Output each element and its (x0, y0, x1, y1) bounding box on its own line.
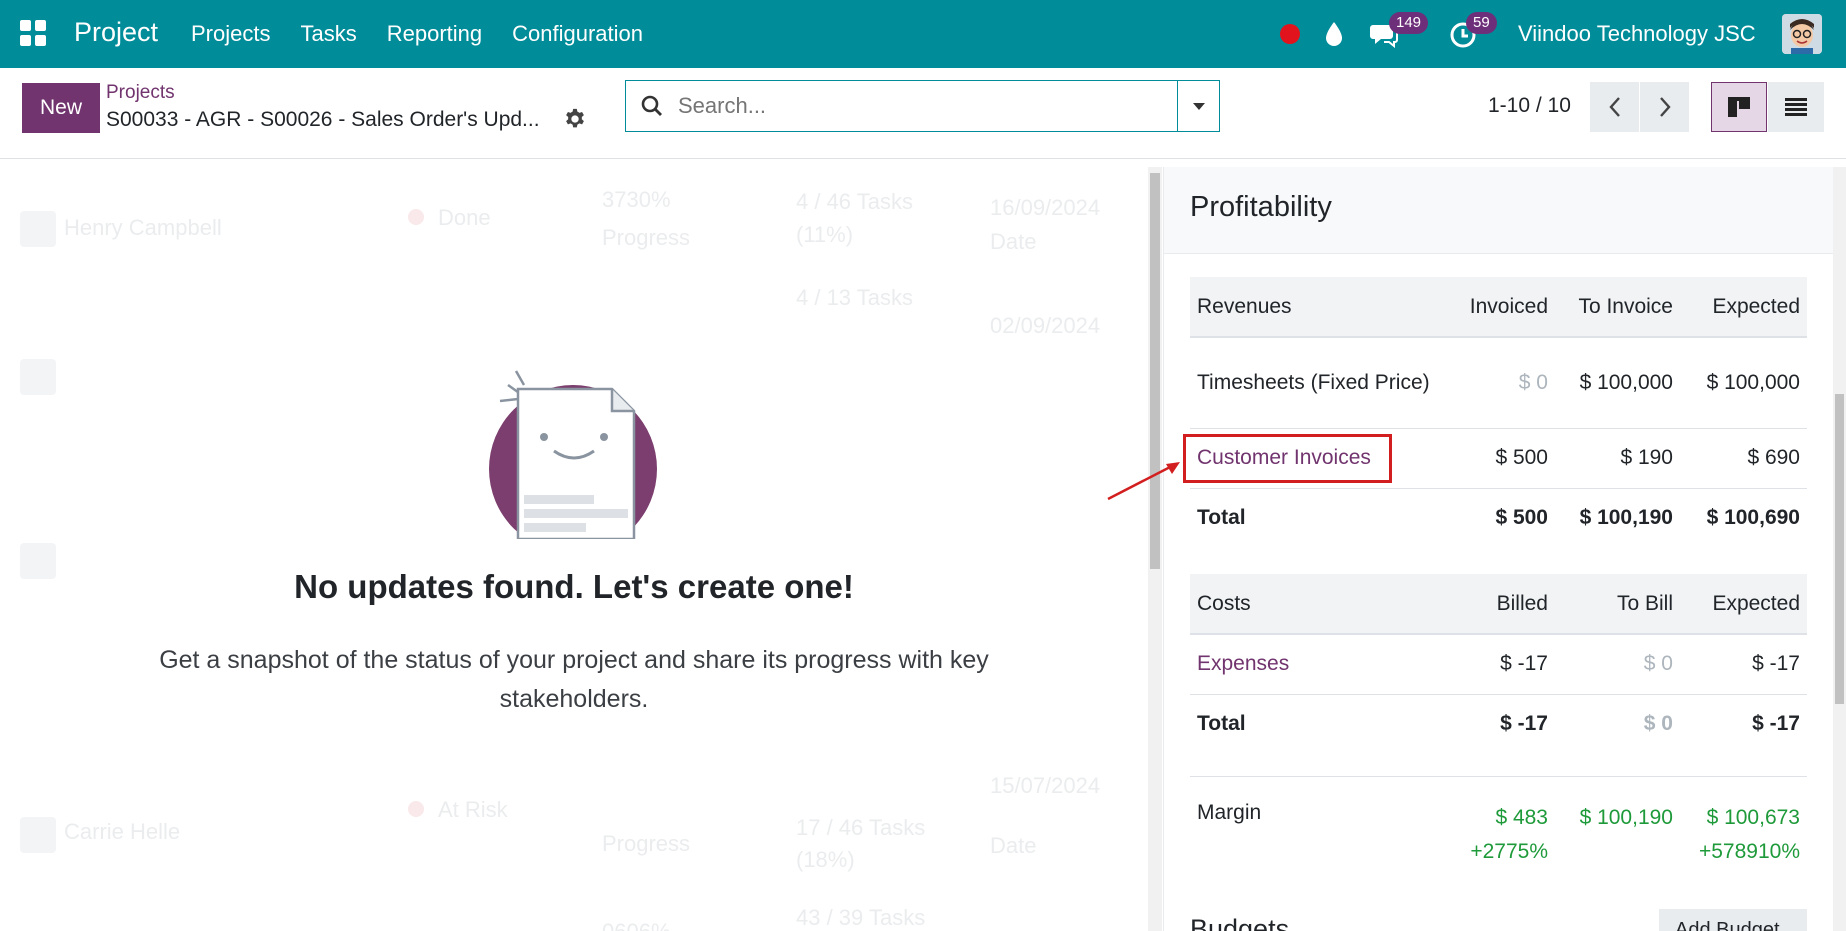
company-switcher[interactable]: Viindoo Technology JSC (1518, 21, 1756, 47)
pager-next-button[interactable] (1640, 82, 1689, 132)
annotation-arrow-icon (1107, 462, 1180, 501)
row-invoiced: $ 0 (1440, 337, 1555, 429)
table-row: Expenses $ -17 $ 0 $ -17 (1190, 634, 1807, 695)
total-expected: $ -17 (1752, 712, 1800, 736)
right-side-panel: Profitability Revenues Invoiced To Invoi… (1163, 167, 1834, 931)
margin-label: Margin (1197, 801, 1262, 824)
margin-to-invoice-value: $ 100,190 (1579, 806, 1673, 829)
record-status-icon[interactable] (1280, 24, 1300, 44)
empty-state-description: Get a snapshot of the status of your pro… (159, 646, 989, 713)
revenues-total-row: Total $ 500 $ 100,190 $ 100,690 (1190, 488, 1807, 548)
costs-header-row: Costs Billed To Bill Expected (1190, 574, 1807, 634)
pager-previous-button[interactable] (1590, 82, 1639, 132)
search-input[interactable] (678, 81, 1177, 131)
user-avatar[interactable] (1782, 14, 1822, 54)
col-to-bill: To Bill (1616, 591, 1673, 615)
user-avatar-icon (1782, 14, 1822, 54)
margin-invoiced-value: $ 483 (1495, 806, 1548, 829)
chat-count-badge: 149 (1389, 12, 1429, 34)
activity-count-badge: 59 (1466, 12, 1497, 34)
profitability-header: Profitability (1164, 167, 1834, 254)
revenues-table: Revenues Invoiced To Invoice Expected Ti… (1190, 277, 1807, 548)
search-icon (626, 81, 678, 131)
list-icon (1785, 98, 1807, 116)
project-updates-area: Henry Campbell Done 3730% Progress 4 / 4… (0, 167, 1148, 931)
row-billed: $ -17 (1440, 634, 1555, 695)
margin-expected-pct: +578910% (1698, 840, 1800, 863)
menu-item-tasks[interactable]: Tasks (300, 21, 356, 47)
add-budget-button[interactable]: Add Budget (1659, 909, 1807, 931)
row-expected: $ -17 (1680, 634, 1807, 695)
margin-to-invoice: $ 100,190 (1555, 801, 1680, 835)
total-label: Total (1197, 712, 1246, 736)
menu-item-configuration[interactable]: Configuration (512, 21, 643, 47)
app-brand[interactable]: Project (74, 17, 158, 48)
col-expected: Expected (1712, 294, 1800, 318)
search-bar (625, 80, 1220, 132)
row-expected: $ 690 (1680, 428, 1807, 489)
row-to-bill: $ 0 (1555, 634, 1680, 695)
annotation-highlight-box (1183, 434, 1392, 483)
col-expected: Expected (1712, 591, 1800, 615)
costs-total-row: Total $ -17 $ 0 $ -17 (1190, 694, 1807, 754)
menu-item-reporting[interactable]: Reporting (387, 21, 482, 47)
margin-invoiced-pct: +2775% (1470, 840, 1548, 863)
right-scrollbar[interactable] (1833, 167, 1846, 931)
left-scrollbar[interactable] (1148, 167, 1162, 931)
menu-item-projects[interactable]: Projects (191, 21, 270, 47)
new-button[interactable]: New (22, 83, 100, 133)
total-label: Total (1197, 506, 1246, 530)
chevron-right-icon (1659, 97, 1671, 117)
col-invoiced: Invoiced (1469, 294, 1548, 318)
total-expected: $ 100,690 (1706, 506, 1800, 530)
right-scrollbar-thumb[interactable] (1835, 394, 1844, 704)
margin-row: Margin $ 483 +2775% $ 100,190 $ 100,673 … (1190, 776, 1807, 863)
kanban-view-button[interactable] (1711, 82, 1767, 132)
row-to-invoice: $ 100,000 (1555, 337, 1680, 429)
drop-icon[interactable] (1323, 21, 1345, 47)
margin-invoiced: $ 483 +2775% (1440, 801, 1555, 869)
chevron-left-icon (1608, 97, 1620, 117)
empty-state-title: No updates found. Let's create one! (294, 568, 854, 605)
top-navbar: Project Projects Tasks Reporting Configu… (0, 0, 1846, 68)
main-menu: Projects Tasks Reporting Configuration (191, 21, 643, 47)
caret-down-icon (1192, 103, 1205, 110)
row-invoiced: $ 500 (1440, 428, 1555, 489)
apps-menu-icon[interactable] (20, 20, 46, 46)
col-billed: Billed (1496, 591, 1548, 615)
margin-expected-value: $ 100,673 (1706, 806, 1800, 829)
empty-state-overlay (0, 167, 1148, 931)
costs-table: Costs Billed To Bill Expected Expenses $… (1190, 574, 1807, 754)
list-view-button[interactable] (1768, 82, 1824, 132)
row-to-invoice: $ 190 (1555, 428, 1680, 489)
breadcrumb-projects[interactable]: Projects (106, 82, 175, 104)
row-expected: $ 100,000 (1680, 337, 1807, 429)
budgets-title: Budgets (1190, 914, 1290, 931)
col-costs: Costs (1197, 591, 1251, 615)
profitability-title: Profitability (1190, 191, 1332, 223)
total-billed: $ -17 (1500, 712, 1548, 736)
left-scrollbar-thumb[interactable] (1150, 173, 1160, 569)
search-options-toggle[interactable] (1177, 81, 1219, 131)
control-panel: New Projects S00033 - AGR - S00026 - Sal… (0, 68, 1846, 159)
revenues-header-row: Revenues Invoiced To Invoice Expected (1190, 277, 1807, 337)
table-row: Timesheets (Fixed Price) $ 0 $ 100,000 $… (1190, 337, 1807, 429)
empty-document-illustration-icon (489, 370, 657, 539)
expenses-link[interactable]: Expenses (1190, 634, 1440, 695)
breadcrumb-current: S00033 - AGR - S00026 - Sales Order's Up… (106, 108, 540, 131)
kanban-icon (1728, 97, 1750, 117)
gear-icon[interactable] (564, 108, 586, 130)
margin-expected: $ 100,673 +578910% (1680, 801, 1807, 869)
total-to-bill: $ 0 (1643, 712, 1673, 736)
row-label: Timesheets (Fixed Price) (1190, 337, 1440, 429)
total-to-invoice: $ 100,190 (1579, 506, 1673, 530)
total-invoiced: $ 500 (1495, 506, 1548, 530)
pager-value[interactable]: 1-10 / 10 (1488, 94, 1571, 118)
col-revenues: Revenues (1197, 294, 1292, 318)
col-to-invoice: To Invoice (1578, 294, 1673, 318)
